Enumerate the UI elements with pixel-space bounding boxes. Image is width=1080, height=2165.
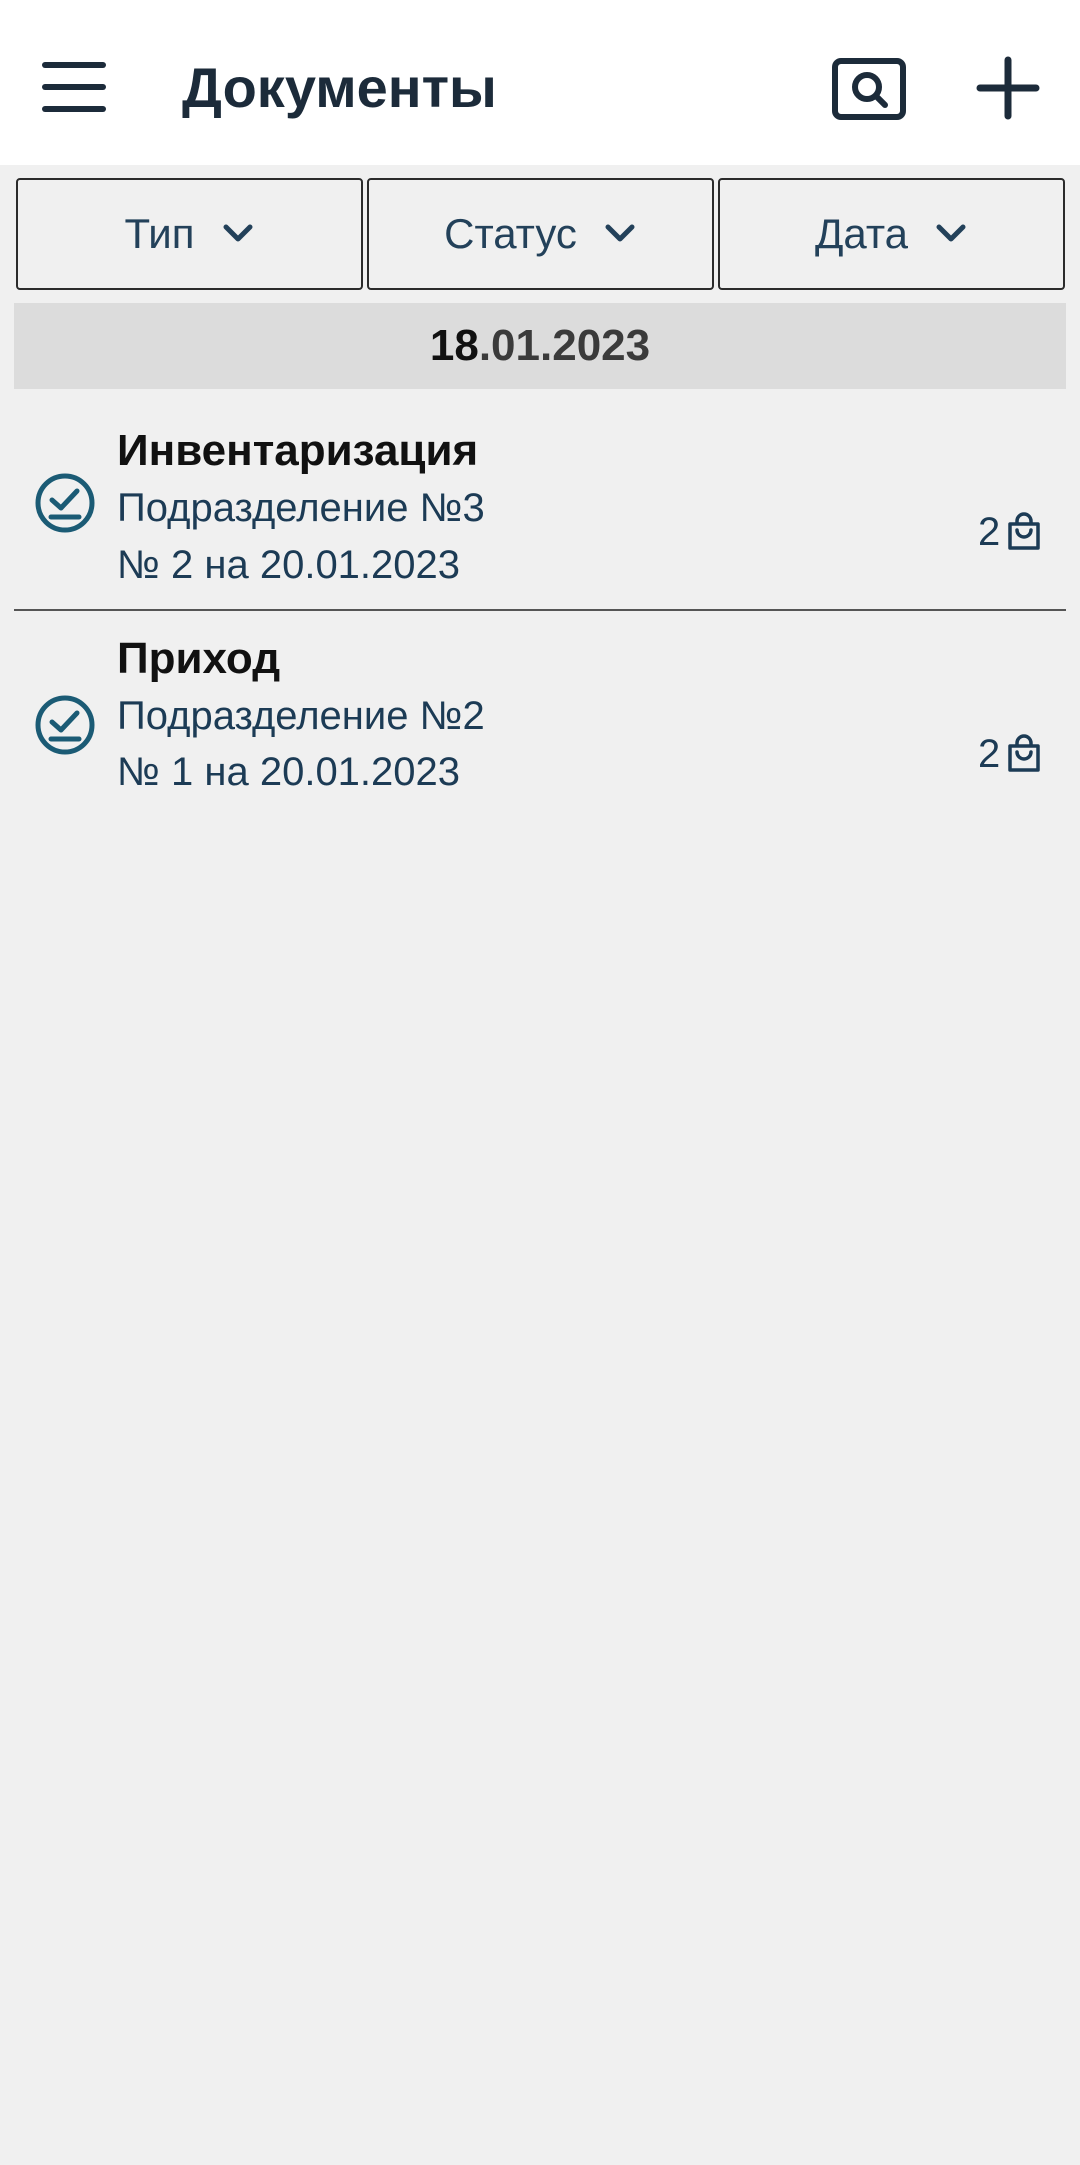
filter-type-button[interactable]: Тип xyxy=(16,178,363,290)
date-group-day: 18 xyxy=(429,321,479,370)
page-title: Документы xyxy=(182,56,497,119)
document-item-count: 2 xyxy=(978,732,1001,776)
document-item-count: 2 xyxy=(978,510,1001,554)
document-list-item[interactable]: Инвентаризация Подразделение №3 № 2 на 2… xyxy=(14,400,1066,608)
add-document-button[interactable] xyxy=(976,56,1040,120)
filter-bar: Тип Статус Дата xyxy=(16,178,1065,290)
chevron-down-icon xyxy=(936,224,966,242)
checked-circle-icon xyxy=(35,473,95,533)
filter-type-label: Тип xyxy=(124,210,195,257)
document-number: № 2 на 20.01.2023 xyxy=(117,543,461,587)
hamburger-menu-icon[interactable] xyxy=(42,62,106,112)
filter-date-label: Дата xyxy=(814,210,908,257)
filter-status-button[interactable]: Статус xyxy=(367,178,714,290)
chevron-down-icon xyxy=(605,224,635,242)
document-department: Подразделение №2 xyxy=(117,694,485,738)
list-divider xyxy=(14,609,1066,611)
date-group-header: 18.01.2023 xyxy=(14,303,1066,389)
checked-circle-icon xyxy=(35,695,95,755)
filter-date-button[interactable]: Дата xyxy=(718,178,1065,290)
document-list-item[interactable]: Приход Подразделение №2 № 1 на 20.01.202… xyxy=(14,612,1066,812)
document-department: Подразделение №3 xyxy=(117,486,485,530)
shopping-bag-icon xyxy=(1008,734,1040,772)
search-document-icon[interactable] xyxy=(832,58,906,120)
shopping-bag-icon xyxy=(1008,512,1040,550)
plus-icon xyxy=(976,56,1040,120)
app-bar: Документы xyxy=(0,0,1080,165)
document-number: № 1 на 20.01.2023 xyxy=(117,750,461,794)
filter-status-label: Статус xyxy=(444,210,577,257)
date-group-month-year: .01.2023 xyxy=(478,321,651,370)
document-title: Инвентаризация xyxy=(117,426,479,475)
chevron-down-icon xyxy=(223,224,252,242)
document-title: Приход xyxy=(117,634,281,683)
